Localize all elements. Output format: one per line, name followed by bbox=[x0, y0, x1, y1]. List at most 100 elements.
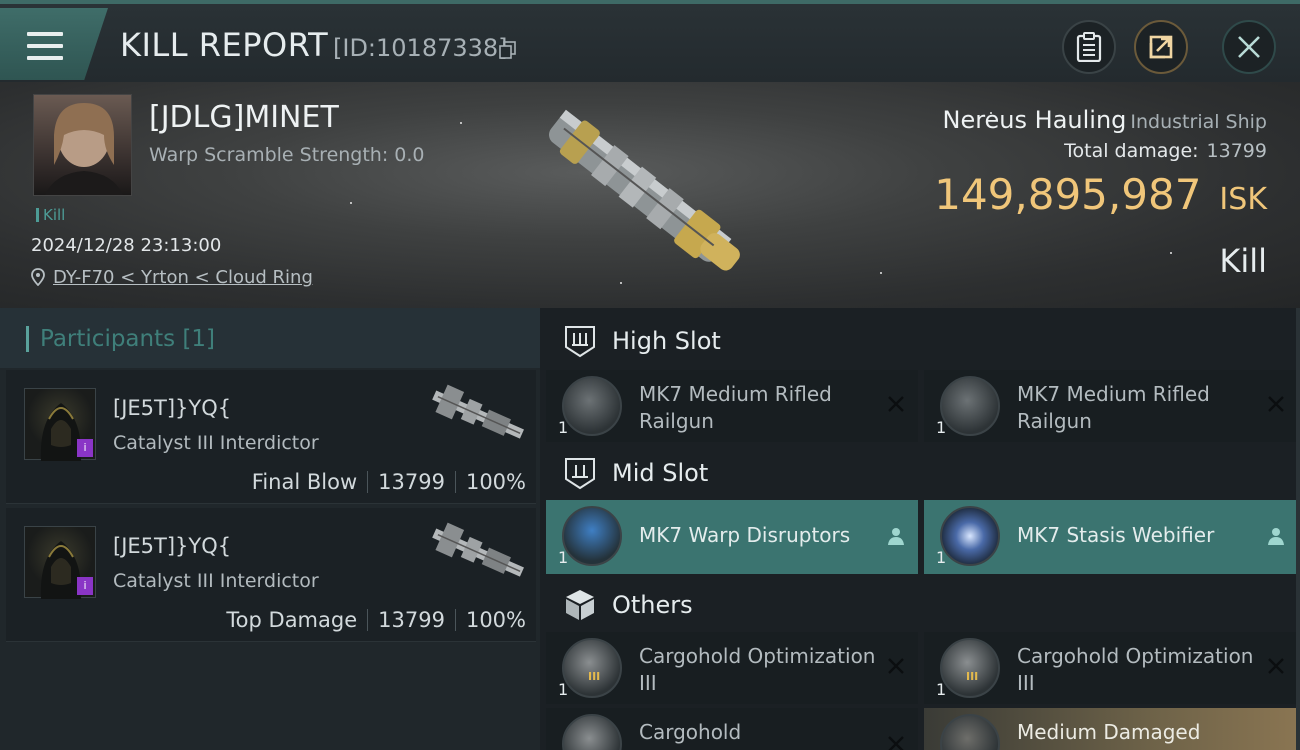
damaged-module-icon bbox=[940, 714, 1000, 750]
tier-iii-icon: III bbox=[966, 670, 979, 683]
kill-date: 2024/12/28 23:13:00 bbox=[31, 235, 222, 256]
module-quantity: 1 bbox=[558, 680, 569, 699]
mid-slot-section: Mid Slot 1 MK7 Warp Disruptors 1 MK7 Sta… bbox=[546, 442, 1300, 574]
corp-badge-icon: i bbox=[77, 577, 93, 595]
victim-banner: [JDLG]MINET Warp Scramble Strength: 0.0 … bbox=[0, 82, 1300, 308]
module-quantity: 1 bbox=[558, 548, 569, 567]
remove-x-icon[interactable] bbox=[1266, 656, 1286, 676]
module-quantity: 1 bbox=[558, 418, 569, 437]
copy-icon[interactable] bbox=[499, 41, 517, 59]
mid-slot-label: Mid Slot bbox=[612, 459, 709, 487]
module-item[interactable]: 1 MK7 Warp Disruptors bbox=[546, 500, 918, 574]
menu-icon bbox=[27, 32, 63, 62]
result-label: Kill bbox=[1219, 242, 1267, 280]
module-name: MK7 Medium Rifled Railgun bbox=[1017, 382, 1210, 433]
victim-avatar[interactable] bbox=[33, 94, 132, 196]
participant-stats: Top Damage 13799 100% bbox=[226, 608, 526, 632]
cargohold-icon bbox=[562, 714, 622, 750]
module-item[interactable]: 1 MK7 Stasis Webifier bbox=[924, 500, 1298, 574]
participant-role: Final Blow bbox=[251, 470, 358, 494]
mid-slot-header: Mid Slot bbox=[546, 442, 1300, 504]
cargohold-icon bbox=[940, 638, 1000, 698]
person-icon[interactable] bbox=[886, 526, 906, 546]
scrollbar[interactable] bbox=[1296, 308, 1300, 750]
cargohold-icon bbox=[562, 638, 622, 698]
railgun-icon bbox=[562, 376, 622, 436]
close-icon bbox=[1238, 36, 1260, 58]
high-slot-label: High Slot bbox=[612, 327, 721, 355]
remove-x-icon[interactable] bbox=[886, 394, 906, 414]
isk-value-line: 149,895,987 ISK bbox=[934, 170, 1267, 219]
module-item[interactable]: 1 MK7 Medium Rifled Railgun bbox=[924, 370, 1298, 442]
ship-name-line: Nereus Hauling Industrial Ship bbox=[942, 106, 1267, 134]
module-name: Medium Damaged bbox=[1017, 720, 1201, 744]
location-pin-icon bbox=[31, 268, 45, 286]
clipboard-icon bbox=[1076, 32, 1102, 62]
module-item[interactable]: 1 MK7 Medium Rifled Railgun bbox=[546, 370, 918, 442]
corp-badge-icon: i bbox=[77, 439, 93, 457]
report-id: [ID:10187338] bbox=[333, 34, 508, 62]
stasis-webifier-icon bbox=[940, 506, 1000, 566]
participant-card[interactable]: i [JE5T]}YQ{ Catalyst III Interdictor Fi… bbox=[6, 370, 536, 504]
module-item[interactable]: Cargohold bbox=[546, 708, 918, 750]
participant-card[interactable]: i [JE5T]}YQ{ Catalyst III Interdictor To… bbox=[6, 508, 536, 642]
module-item[interactable]: III 1 Cargohold Optimization III bbox=[546, 632, 918, 704]
remove-x-icon[interactable] bbox=[886, 734, 906, 750]
clipboard-button[interactable] bbox=[1062, 20, 1116, 74]
header-bar: KILL REPORT [ID:10187338] bbox=[0, 0, 1300, 82]
location-text[interactable]: DY-F70 < Yrton < Cloud Ring bbox=[53, 267, 313, 288]
share-icon bbox=[1149, 35, 1173, 59]
participant-role: Top Damage bbox=[226, 608, 358, 632]
module-item[interactable]: III 1 Cargohold Optimization III bbox=[924, 632, 1298, 704]
participant-percent: 100% bbox=[465, 470, 526, 494]
others-cube-icon bbox=[566, 590, 594, 620]
module-quantity: 1 bbox=[936, 418, 947, 437]
module-name: Cargohold Optimization III bbox=[639, 644, 876, 695]
participant-ship-image bbox=[432, 522, 524, 577]
total-damage-line: Total damage: 13799 bbox=[1064, 140, 1267, 162]
participant-percent: 100% bbox=[465, 608, 526, 632]
participant-name[interactable]: [JE5T]}YQ{ bbox=[113, 396, 231, 420]
participant-avatar[interactable]: i bbox=[24, 526, 96, 599]
participants-panel: Participants [1] i [JE5T]}YQ{ Catalyst I… bbox=[0, 308, 540, 750]
participant-stats: Final Blow 13799 100% bbox=[252, 470, 526, 494]
high-slot-icon bbox=[565, 326, 595, 358]
others-header: Others bbox=[546, 574, 1300, 636]
participant-damage: 13799 bbox=[378, 470, 445, 494]
ship-name[interactable]: Nereus Hauling bbox=[942, 106, 1126, 134]
person-icon[interactable] bbox=[1266, 526, 1286, 546]
participant-ship: Catalyst III Interdictor bbox=[113, 432, 319, 454]
remove-x-icon[interactable] bbox=[886, 656, 906, 676]
module-name: MK7 Medium Rifled Railgun bbox=[639, 382, 832, 433]
module-item[interactable]: Medium Damaged bbox=[924, 708, 1298, 750]
module-quantity: 1 bbox=[936, 548, 947, 567]
others-label: Others bbox=[612, 591, 693, 619]
isk-value: 149,895,987 bbox=[934, 170, 1202, 219]
kill-location[interactable]: DY-F70 < Yrton < Cloud Ring bbox=[31, 267, 313, 288]
victim-name[interactable]: [JDLG]MINET bbox=[149, 100, 339, 135]
warp-disruptor-icon bbox=[562, 506, 622, 566]
module-name: Cargohold Optimization III bbox=[1017, 644, 1254, 695]
module-quantity: 1 bbox=[936, 680, 947, 699]
high-slot-section: High Slot 1 MK7 Medium Rifled Railgun 1 … bbox=[546, 310, 1300, 442]
participant-avatar[interactable]: i bbox=[24, 388, 96, 461]
participant-ship: Catalyst III Interdictor bbox=[113, 570, 319, 592]
participant-ship-image bbox=[432, 384, 524, 439]
warp-scramble-strength: Warp Scramble Strength: 0.0 bbox=[149, 144, 425, 166]
module-name: MK7 Stasis Webifier bbox=[1017, 523, 1215, 547]
mid-slot-icon bbox=[565, 458, 595, 490]
remove-x-icon[interactable] bbox=[1266, 394, 1286, 414]
ship-image bbox=[549, 109, 740, 271]
participant-name[interactable]: [JE5T]}YQ{ bbox=[113, 534, 231, 558]
participants-title: Participants [1] bbox=[26, 326, 215, 352]
close-button[interactable] bbox=[1222, 20, 1276, 74]
kill-tag: Kill bbox=[36, 206, 65, 224]
share-button[interactable] bbox=[1134, 20, 1188, 74]
tier-iii-icon: III bbox=[588, 670, 601, 683]
module-name: MK7 Warp Disruptors bbox=[639, 523, 851, 547]
participants-header: Participants [1] bbox=[0, 308, 540, 368]
others-section: Others III 1 Cargohold Optimization III … bbox=[546, 574, 1300, 750]
high-slot-header: High Slot bbox=[546, 310, 1300, 372]
menu-button[interactable] bbox=[0, 8, 108, 80]
total-damage-value: 13799 bbox=[1206, 140, 1267, 162]
